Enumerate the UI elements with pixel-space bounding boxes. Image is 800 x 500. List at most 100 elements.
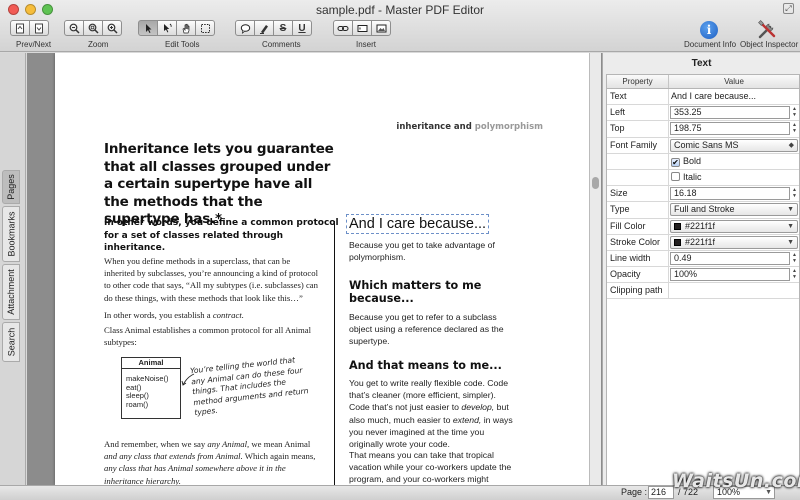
marquee-select-icon (200, 23, 210, 33)
zoom-group (64, 20, 122, 36)
title-toolbar: sample.pdf - Master PDF Editor ⤢ Prev/Ne… (0, 0, 800, 52)
property-row-font-family: Font Family Comic Sans MS ◆ (607, 137, 799, 154)
info-icon: i (700, 21, 718, 39)
text-value-field[interactable]: And I care because... (669, 89, 799, 104)
right-heading-3[interactable]: And that means to me... (349, 359, 519, 372)
opacity-input[interactable]: 100% (670, 268, 790, 282)
scrollbar-thumb[interactable] (592, 177, 599, 189)
tools-icon (758, 20, 776, 39)
property-row-clipping-path: Clipping path (607, 283, 799, 300)
left-paragraph-1[interactable]: When you define methods in a superclass,… (104, 255, 319, 304)
stroke-color-select[interactable]: #221f1f ▼ (670, 235, 798, 249)
marquee-select-button[interactable] (195, 20, 215, 36)
next-page-button[interactable] (29, 20, 49, 36)
hand-icon (182, 23, 189, 33)
left-paragraph-2[interactable]: In other words, you establish a contract… (104, 309, 319, 321)
prev-page-button[interactable] (10, 20, 30, 36)
hand-tool-button[interactable] (176, 20, 196, 36)
selected-text-object[interactable]: And I care because... (346, 214, 490, 234)
tab-pages[interactable]: Pages (2, 170, 20, 204)
side-tabs: Pages Bookmarks Attachment Search (0, 53, 26, 485)
zoom-in-button[interactable] (102, 20, 122, 36)
watermark: WaitsUn.com (672, 470, 800, 492)
underline-button[interactable]: U (292, 20, 312, 36)
font-family-select[interactable]: Comic Sans MS ◆ (670, 138, 798, 152)
right-paragraph-4[interactable]: That means you can take that tropical va… (349, 449, 519, 485)
right-paragraph-1[interactable]: Because you get to take advantage of pol… (349, 239, 519, 263)
tab-search[interactable]: Search (2, 322, 20, 362)
zoom-out-button[interactable] (64, 20, 84, 36)
page-label: Page : (621, 487, 648, 497)
handwritten-note[interactable]: You’re telling the world that any Animal… (190, 354, 315, 419)
left-input[interactable]: 353.25 (670, 106, 790, 120)
bold-checkbox[interactable]: ✔ (671, 157, 680, 167)
insert-text-field-button[interactable] (352, 20, 372, 36)
right-heading-2[interactable]: Which matters to me because... (349, 279, 519, 305)
property-row-italic: Italic (607, 169, 799, 187)
edit-object-button[interactable] (157, 20, 177, 36)
prev-page-icon (16, 23, 24, 33)
vertical-scrollbar[interactable] (589, 53, 601, 485)
property-row-opacity: Opacity 100% ▲ ▼ (607, 267, 799, 284)
insert-link-button[interactable] (333, 20, 353, 36)
top-stepper[interactable]: ▲ ▼ (791, 122, 798, 135)
dropdown-arrow-icon: ▼ (787, 206, 794, 214)
document-info-button[interactable]: i (699, 20, 719, 40)
column-header-property[interactable]: Property (607, 75, 669, 88)
line-width-stepper[interactable]: ▲ ▼ (791, 252, 798, 265)
next-page-icon (35, 23, 43, 33)
fill-color-swatch (674, 222, 681, 230)
headline[interactable]: Inheritance lets you guarantee that all … (104, 141, 334, 229)
strikeout-button[interactable]: S (273, 20, 293, 36)
left-stepper[interactable]: ▲ ▼ (791, 106, 798, 119)
zoom-in-icon (107, 23, 118, 34)
note-icon (240, 23, 250, 34)
comments-group: S U (235, 20, 312, 36)
pdf-page[interactable]: inheritance and polymorphism Inheritance… (55, 53, 589, 485)
subheadline[interactable]: In other words, you define a common prot… (104, 217, 344, 255)
fullscreen-icon[interactable]: ⤢ (783, 3, 794, 14)
select-tool-button[interactable] (138, 20, 158, 36)
top-input[interactable]: 198.75 (670, 122, 790, 136)
document-info-label: Document Info (684, 40, 737, 49)
zoom-fit-button[interactable] (83, 20, 103, 36)
size-stepper[interactable]: ▲ ▼ (791, 187, 798, 200)
page-number-input[interactable]: 216 (648, 486, 674, 499)
prev-next-group (10, 20, 49, 36)
left-paragraph-3[interactable]: Class Animal establishes a common protoc… (104, 324, 319, 348)
left-paragraph-4[interactable]: And remember, when we say any Animal, we… (104, 438, 319, 485)
uml-class-diagram[interactable]: Animal makeNoise() eat() sleep() roam() (121, 357, 181, 419)
opacity-stepper[interactable]: ▲ ▼ (791, 268, 798, 281)
page-header: inheritance and polymorphism (396, 122, 543, 132)
dropdown-arrow-icon: ▼ (787, 238, 794, 246)
tab-attachment[interactable]: Attachment (2, 264, 20, 320)
clipping-path-value[interactable] (669, 283, 799, 298)
italic-checkbox[interactable] (671, 171, 680, 181)
edit-object-icon (163, 23, 172, 32)
uml-method: roam() (126, 399, 149, 409)
link-icon (337, 25, 349, 31)
underline-icon: U (298, 22, 306, 34)
prev-next-label: Prev/Next (16, 40, 52, 49)
dropdown-arrow-icon: ◆ (788, 141, 794, 149)
document-viewport[interactable]: inheritance and polymorphism Inheritance… (27, 53, 602, 485)
property-row-left: Left 353.25 ▲ ▼ (607, 105, 799, 122)
zoom-fit-icon (88, 23, 99, 34)
column-divider (334, 221, 335, 485)
right-paragraph-3[interactable]: You get to write really flexible code. C… (349, 377, 519, 450)
line-width-input[interactable]: 0.49 (670, 251, 790, 265)
property-grid-empty-area (607, 299, 799, 489)
insert-image-button[interactable] (371, 20, 391, 36)
edit-tools-group (138, 20, 215, 36)
note-button[interactable] (235, 20, 255, 36)
tab-bookmarks[interactable]: Bookmarks (2, 206, 20, 262)
fill-color-select[interactable]: #221f1f ▼ (670, 219, 798, 233)
object-inspector-button[interactable] (757, 20, 777, 40)
column-header-value[interactable]: Value (669, 75, 799, 88)
property-row-type: Type Full and Stroke ▼ (607, 202, 799, 219)
inspector-title: Text (691, 58, 712, 69)
right-paragraph-2[interactable]: Because you get to refer to a subclass o… (349, 311, 519, 348)
type-select[interactable]: Full and Stroke ▼ (670, 203, 798, 217)
highlight-button[interactable] (254, 20, 274, 36)
size-input[interactable]: 16.18 (670, 187, 790, 201)
